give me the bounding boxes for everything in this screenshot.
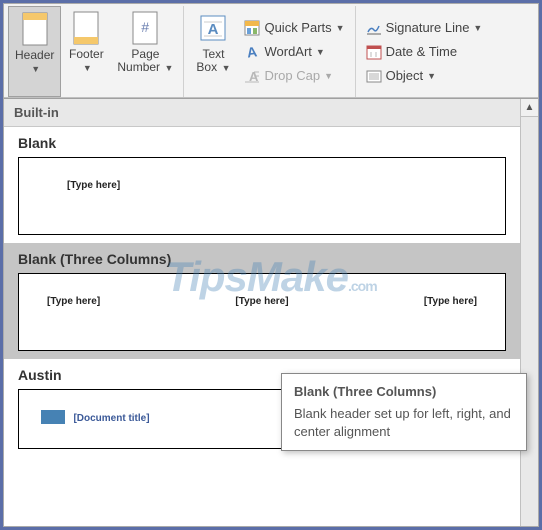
wordart-button[interactable]: A WordArt ▼ bbox=[242, 41, 346, 63]
quick-parts-label: Quick Parts bbox=[264, 20, 331, 35]
chevron-down-icon: ▼ bbox=[219, 63, 230, 73]
svg-text:A: A bbox=[208, 21, 219, 38]
signature-line-label: Signature Line bbox=[386, 20, 470, 35]
svg-text:A: A bbox=[246, 44, 258, 60]
header-button[interactable]: Header ▼ bbox=[8, 6, 61, 97]
text-box-icon: A bbox=[197, 10, 229, 46]
footer-icon bbox=[70, 10, 102, 46]
tooltip: Blank (Three Columns) Blank header set u… bbox=[281, 373, 527, 451]
gallery-scrollbar[interactable]: ▲ bbox=[520, 99, 538, 526]
chevron-down-icon: ▼ bbox=[427, 71, 436, 81]
austin-accent-bar bbox=[41, 410, 65, 424]
wordart-label: WordArt bbox=[264, 44, 311, 59]
chevron-down-icon: ▼ bbox=[473, 23, 482, 33]
page-number-button[interactable]: # Page Number ▼ bbox=[111, 6, 179, 97]
text-box-button[interactable]: A Text Box ▼ bbox=[188, 6, 238, 97]
gallery-section-header: Built-in bbox=[4, 99, 520, 127]
scroll-up-button[interactable]: ▲ bbox=[521, 99, 538, 117]
signature-line-button[interactable]: Signature Line ▼ bbox=[364, 17, 485, 39]
placeholder-text: [Type here] bbox=[47, 296, 100, 307]
signature-line-icon bbox=[366, 20, 382, 36]
object-label: Object bbox=[386, 68, 424, 83]
gallery-item-name: Blank (Three Columns) bbox=[4, 243, 520, 273]
wordart-icon: A bbox=[244, 44, 260, 60]
drop-cap-label: Drop Cap bbox=[264, 68, 320, 83]
date-time-label: Date & Time bbox=[386, 44, 458, 59]
placeholder-text: [Type here] bbox=[235, 296, 288, 307]
quick-parts-icon bbox=[244, 20, 260, 36]
gallery-item-blank-three-columns[interactable]: [Type here] [Type here] [Type here] bbox=[18, 273, 506, 351]
drop-cap-icon: A bbox=[244, 68, 260, 84]
svg-text:#: # bbox=[142, 19, 150, 35]
footer-label: Footer bbox=[69, 47, 104, 61]
date-time-icon bbox=[366, 44, 382, 60]
header-icon bbox=[19, 11, 51, 47]
placeholder-text: [Type here] bbox=[424, 296, 477, 307]
date-time-button[interactable]: Date & Time bbox=[364, 41, 485, 63]
page-number-icon: # bbox=[129, 10, 161, 46]
object-icon bbox=[366, 68, 382, 84]
footer-button[interactable]: Footer ▼ bbox=[61, 6, 111, 97]
page-number-label: Page Number bbox=[117, 47, 160, 74]
header-gallery: Built-in Blank [Type here] Blank (Three … bbox=[4, 99, 520, 526]
chevron-down-icon: ▼ bbox=[316, 47, 325, 57]
tooltip-title: Blank (Three Columns) bbox=[294, 384, 514, 399]
object-button[interactable]: Object ▼ bbox=[364, 65, 485, 87]
placeholder-text: [Document title] bbox=[73, 413, 149, 424]
tooltip-description: Blank header set up for left, right, and… bbox=[294, 405, 514, 440]
chevron-down-icon: ▼ bbox=[83, 63, 92, 73]
chevron-down-icon: ▼ bbox=[336, 23, 345, 33]
chevron-down-icon: ▼ bbox=[162, 63, 173, 73]
gallery-item-name: Blank bbox=[4, 127, 520, 157]
placeholder-text: [Type here] bbox=[67, 180, 120, 191]
chevron-down-icon: ▼ bbox=[31, 64, 40, 74]
drop-cap-button[interactable]: A Drop Cap ▼ bbox=[242, 65, 346, 87]
quick-parts-button[interactable]: Quick Parts ▼ bbox=[242, 17, 346, 39]
ribbon: Header▼ Footer▼ # Page Number ▼ A Text bbox=[4, 4, 538, 98]
chevron-down-icon: ▼ bbox=[324, 71, 333, 81]
gallery-item-blank[interactable]: [Type here] bbox=[18, 157, 506, 235]
header-label: Header bbox=[15, 48, 54, 62]
